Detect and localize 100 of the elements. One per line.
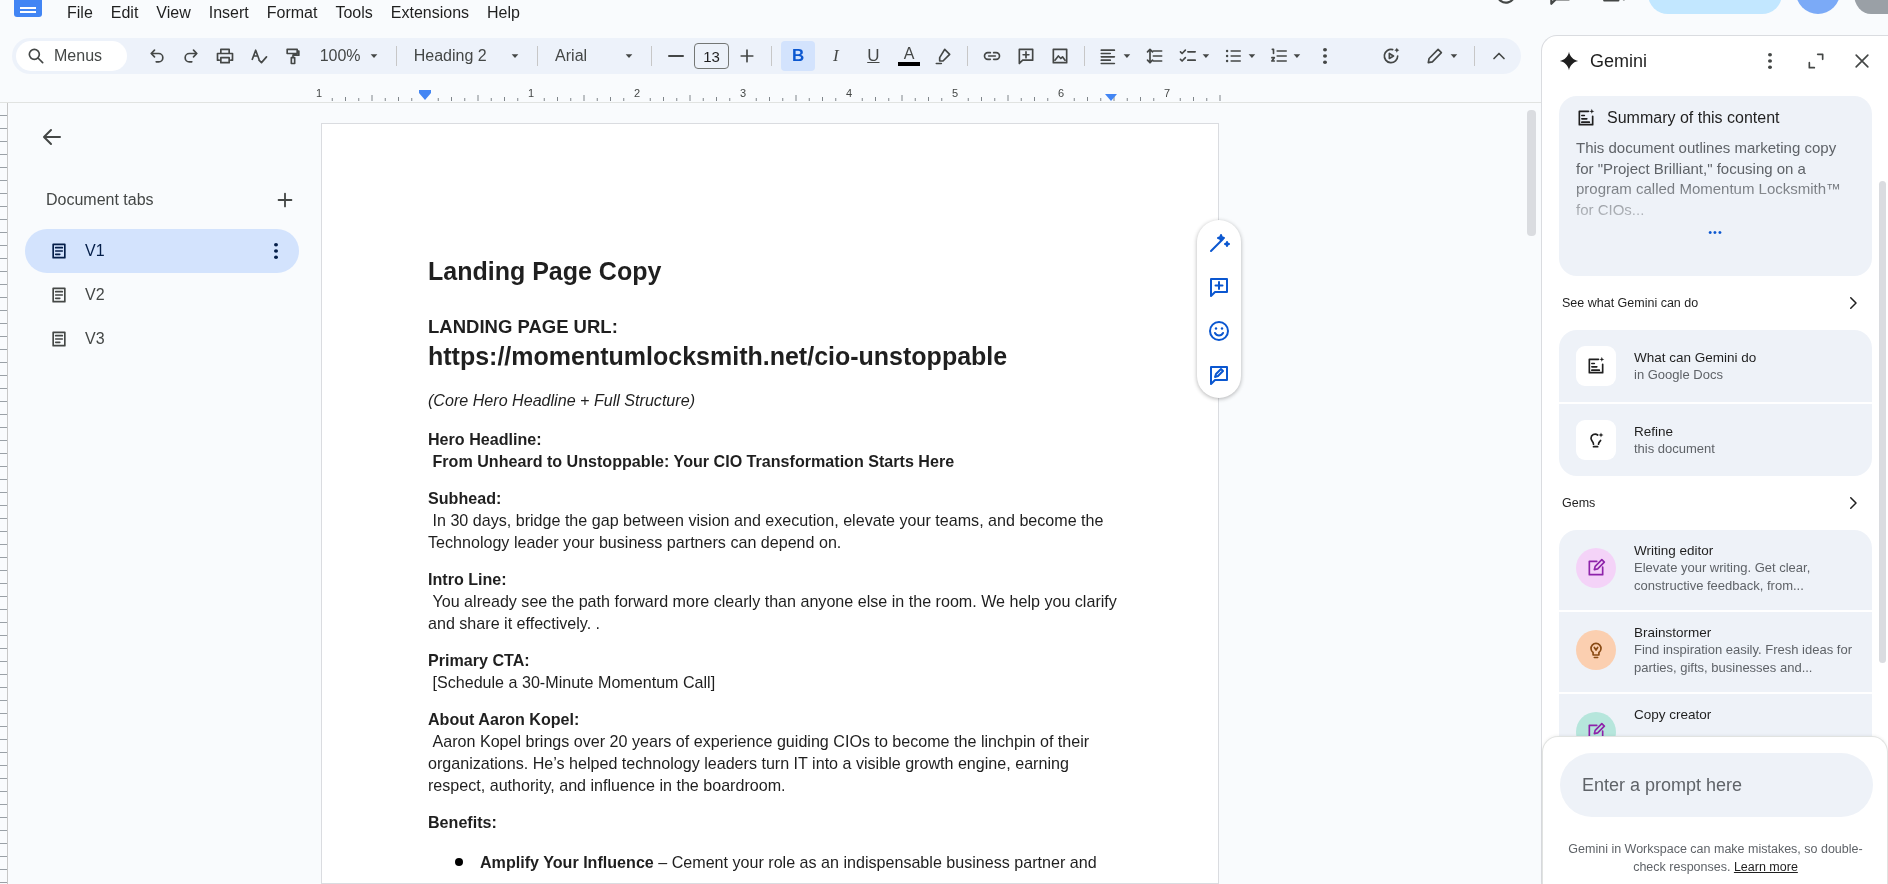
caret-icon: [623, 51, 634, 61]
menu-item[interactable]: Insert: [199, 4, 258, 22]
section-heading: About Aaron Kopel:: [428, 709, 581, 730]
section-heading: Hero Headline:: [428, 429, 543, 450]
action-card[interactable]: What can Gemini do in Google Docs: [1559, 330, 1872, 402]
ruler-number: 4: [845, 87, 853, 99]
left-indent-marker[interactable]: [419, 90, 431, 100]
comment-plus-icon: [1207, 275, 1231, 299]
panel-title: Document tabs: [46, 191, 154, 209]
card-subtitle: this document: [1634, 439, 1715, 458]
section-heading: Subhead:: [428, 488, 503, 509]
edit-icon: [1586, 722, 1606, 736]
magic-wand-icon: [1207, 231, 1231, 255]
paragraph: In 30 days, bridge the gap between vision and execution, elevate your teams, and become the Technology leader your business partners can depend on.: [428, 510, 1105, 553]
url-text: https://momentumlocksmith.net/cio-unstoppable: [428, 341, 1009, 371]
menu-item[interactable]: Extensions: [381, 4, 479, 22]
bullet-item: Amplify Your Influence – Cement your role as an indispensable business partner and: [480, 852, 1098, 873]
card-title: Refine: [1634, 422, 1675, 440]
section-heading: Intro Line:: [428, 569, 508, 590]
ruler-number: 7: [1163, 87, 1171, 99]
expand-summary-button[interactable]: •••: [1708, 226, 1723, 238]
scrollbar-thumb[interactable]: [1879, 181, 1886, 663]
caret-icon: [1201, 51, 1212, 61]
document-tab[interactable]: V2: [25, 273, 299, 317]
action-card[interactable]: Refine this document: [1559, 404, 1872, 476]
paragraph: Aaron Kopel brings over 20 years of experience guiding CIOs to become the linchpin of their organizations. He’s helped technology leaders turn IT into a visible growth engine, earning respect, authority, and influence in the boardroom.: [428, 731, 1091, 796]
align-left-icon: [1098, 46, 1118, 66]
document-sparkle-icon: [1576, 108, 1596, 128]
comment-plus-icon: [1016, 46, 1037, 66]
section-heading: Benefits:: [428, 812, 498, 833]
paragraph: [Schedule a 30-Minute Momentum Call]: [431, 672, 717, 693]
document-icon: [49, 329, 69, 349]
ruler-number: 3: [739, 87, 747, 99]
note-text: (Core Hero Headline + Full Structure): [428, 390, 696, 411]
ruler-number: 5: [951, 87, 959, 99]
ruler-number: 2: [633, 87, 641, 99]
minus-icon: [667, 55, 684, 57]
zoom-dropdown[interactable]: 100%: [311, 41, 387, 71]
document-tab[interactable]: V1: [25, 229, 299, 273]
section-heading: Primary CTA:: [428, 650, 531, 671]
italic-button[interactable]: I: [818, 41, 853, 71]
document-icon: [49, 285, 69, 305]
card-title: Writing editor: [1634, 542, 1715, 559]
menu-search-field[interactable]: Menus: [16, 41, 127, 71]
ruler-number: 1: [315, 87, 323, 99]
suggest-edit-icon: [1207, 363, 1231, 387]
underline-button[interactable]: U: [856, 41, 891, 71]
summary-text: This document outlines marketing copy for "Project Brilliant," focusing on a program called Momentum Locksmith™ for CIOs...: [1576, 138, 1843, 220]
scrollbar-thumb[interactable]: [1527, 110, 1536, 236]
document-tab[interactable]: V3: [25, 317, 299, 361]
edit-icon: [1586, 558, 1606, 578]
caret-icon: [1449, 51, 1459, 61]
section-title: Gems: [1562, 496, 1596, 510]
menu-item[interactable]: File: [58, 4, 102, 22]
gem-card[interactable]: Copy creator: [1559, 694, 1872, 736]
more-vertical-icon: [273, 242, 279, 260]
close-icon: [1852, 51, 1872, 71]
card-title: Copy creator: [1634, 706, 1712, 723]
caret-icon: [1246, 51, 1257, 61]
text-color-button[interactable]: A: [894, 41, 925, 71]
image-icon: [1050, 46, 1071, 66]
card-subtitle: Elevate your writing. Get clear, constructive feedback, from...: [1634, 559, 1812, 595]
docs-logo-icon[interactable]: [14, 0, 42, 17]
menu-item[interactable]: Tools: [326, 4, 382, 22]
learn-more-link[interactable]: Learn more: [1733, 860, 1798, 874]
caret-icon: [1121, 51, 1132, 61]
field-label: LANDING PAGE URL:: [428, 315, 619, 339]
expand-icon: [1806, 51, 1826, 71]
more-vertical-icon: [1767, 52, 1773, 70]
font-dropdown[interactable]: Arial: [547, 41, 642, 71]
style-dropdown[interactable]: Heading 2: [405, 41, 529, 71]
menu-item[interactable]: Edit: [101, 4, 148, 22]
line-spacing-icon: [1144, 46, 1165, 66]
prompt-field[interactable]: Enter a prompt here: [1560, 753, 1873, 817]
card-title: Brainstormer: [1634, 624, 1713, 641]
headline-text: From Unheard to Unstoppable: Your CIO Transformation Starts Here: [431, 451, 956, 472]
bullet-icon: [455, 858, 463, 866]
card-subtitle: in Google Docs: [1634, 365, 1724, 384]
paragraph: You already see the path forward more clearly than anyone else in the room. We help you clarify and share it effectively. .: [428, 591, 1118, 634]
printer-icon: [214, 46, 235, 66]
more-vertical-icon: [1322, 47, 1329, 65]
document-icon: [49, 241, 69, 261]
document-title: Landing Page Copy: [428, 256, 663, 286]
ruler-number: 1: [527, 87, 535, 99]
panel-title: Gemini: [1590, 50, 1648, 72]
font-size-field[interactable]: 13: [693, 43, 730, 69]
caret-icon: [368, 51, 379, 61]
bold-button[interactable]: B: [781, 41, 815, 71]
menu-item[interactable]: View: [147, 4, 200, 22]
section-title: See what Gemini can do: [1562, 296, 1699, 310]
gem-card[interactable]: Writing editor Elevate your writing. Get clear, constructive feedback, from...: [1559, 530, 1872, 610]
gem-card[interactable]: Brainstormer Find inspiration easily. Fresh ideas for parties, gifts, businesses and...: [1559, 612, 1872, 692]
search-icon: [26, 46, 46, 66]
menu-item[interactable]: Help: [478, 4, 529, 22]
caret-icon: [510, 51, 521, 61]
menu-item[interactable]: Format: [257, 4, 327, 22]
sparkle-icon: [1558, 50, 1580, 72]
summary-title: Summary of this content: [1607, 109, 1780, 127]
search-placeholder: Menus: [54, 47, 103, 65]
disclaimer-text: Gemini in Workspace can make mistakes, so double-check responses. Learn more: [1567, 841, 1864, 876]
